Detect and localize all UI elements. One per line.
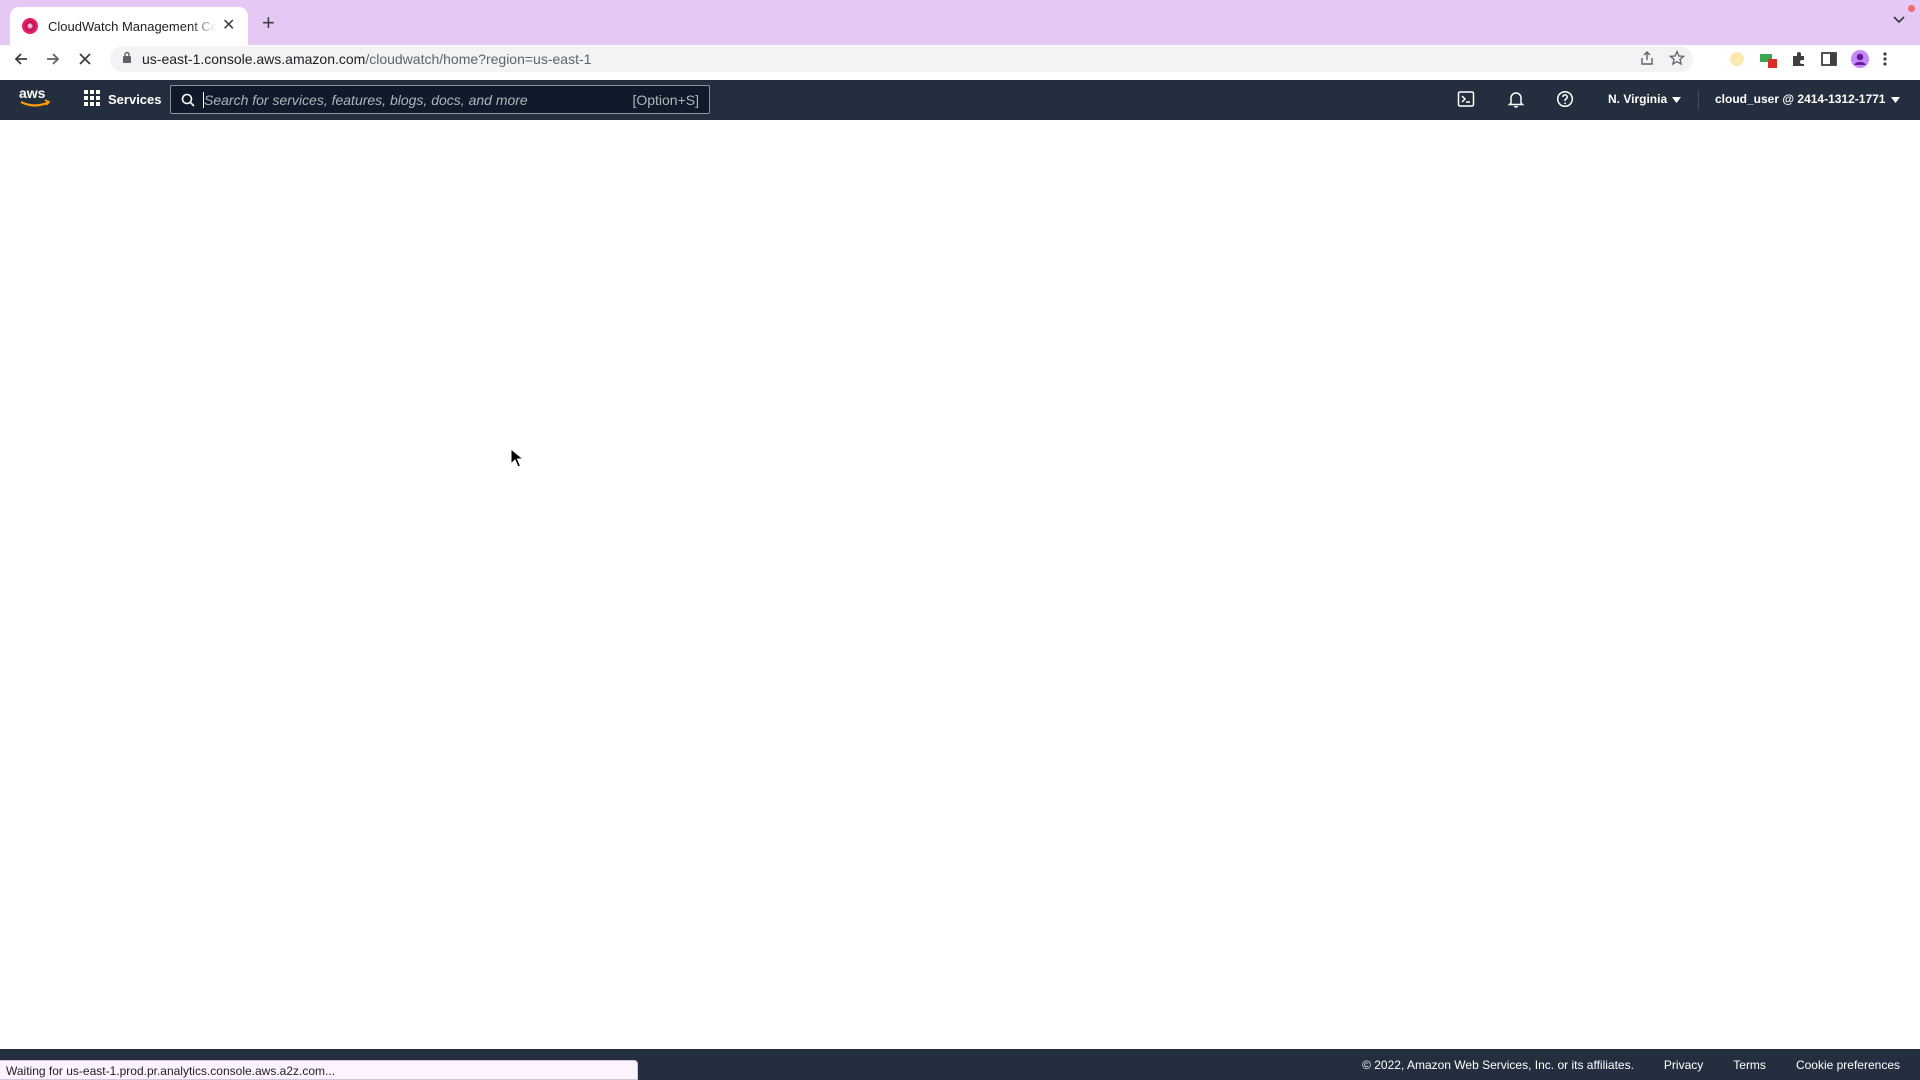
extension-icon[interactable] — [1728, 50, 1746, 73]
extension-icon[interactable] — [1758, 49, 1778, 74]
aws-search-box[interactable]: [Option+S] — [170, 85, 710, 114]
search-input[interactable] — [203, 91, 604, 108]
close-icon[interactable]: ✕ — [222, 18, 235, 34]
favicon-icon — [22, 18, 38, 34]
chevron-down-icon[interactable] — [1892, 12, 1906, 31]
nav-divider — [1698, 90, 1699, 110]
help-icon[interactable] — [1556, 90, 1574, 113]
sidepanel-icon[interactable] — [1820, 50, 1838, 73]
browser-tab-strip: CloudWatch Management Con ✕ + — [0, 0, 1920, 45]
url-path: /cloudwatch/home?region=us-east-1 — [365, 51, 592, 67]
services-label: Services — [108, 92, 162, 107]
search-icon — [181, 93, 195, 107]
cursor-icon — [510, 447, 525, 473]
main-content — [0, 120, 1920, 1050]
cookie-preferences-link[interactable]: Cookie preferences — [1796, 1058, 1900, 1072]
kebab-menu-icon[interactable] — [1882, 51, 1888, 72]
back-icon[interactable] — [11, 49, 31, 69]
caret-down-icon — [1891, 92, 1901, 106]
privacy-link[interactable]: Privacy — [1664, 1058, 1703, 1072]
cloudshell-icon[interactable] — [1457, 90, 1475, 113]
svg-text:aws: aws — [19, 85, 46, 101]
region-selector[interactable]: N. Virginia — [1608, 92, 1682, 106]
terms-link[interactable]: Terms — [1733, 1058, 1766, 1072]
copyright-text: © 2022, Amazon Web Services, Inc. or its… — [1362, 1058, 1634, 1072]
account-menu[interactable]: cloud_user @ 2414-1312-1771 — [1715, 92, 1901, 106]
star-icon[interactable] — [1668, 49, 1686, 71]
account-label: cloud_user @ 2414-1312-1771 — [1715, 92, 1886, 106]
browser-toolbar: us-east-1.console.aws.amazon.com/cloudwa… — [0, 45, 1920, 73]
address-bar[interactable]: us-east-1.console.aws.amazon.com/cloudwa… — [110, 46, 1693, 72]
grid-icon — [84, 90, 100, 109]
puzzle-icon[interactable] — [1790, 50, 1808, 73]
forward-icon[interactable] — [43, 49, 63, 69]
browser-tab[interactable]: CloudWatch Management Con ✕ — [10, 7, 248, 45]
window-indicator — [1908, 5, 1915, 12]
plus-icon[interactable]: + — [262, 12, 275, 34]
search-shortcut: [Option+S] — [632, 92, 699, 108]
lock-icon[interactable] — [122, 50, 132, 68]
bell-icon[interactable] — [1507, 90, 1525, 113]
profile-icon[interactable] — [1850, 49, 1870, 74]
services-button[interactable]: Services — [84, 90, 162, 109]
share-icon[interactable] — [1639, 50, 1655, 71]
url-host: us-east-1.console.aws.amazon.com — [142, 51, 366, 67]
aws-logo[interactable]: aws — [18, 85, 52, 116]
caret-down-icon — [1672, 92, 1682, 106]
stop-loading-icon[interactable] — [75, 49, 95, 69]
aws-top-nav: aws Services [Option+S] N. Virginia — [0, 80, 1920, 120]
browser-status-bar: Waiting for us-east-1.prod.pr.analytics.… — [0, 1060, 638, 1080]
region-label: N. Virginia — [1608, 92, 1668, 106]
tab-title: CloudWatch Management Con — [48, 18, 216, 34]
